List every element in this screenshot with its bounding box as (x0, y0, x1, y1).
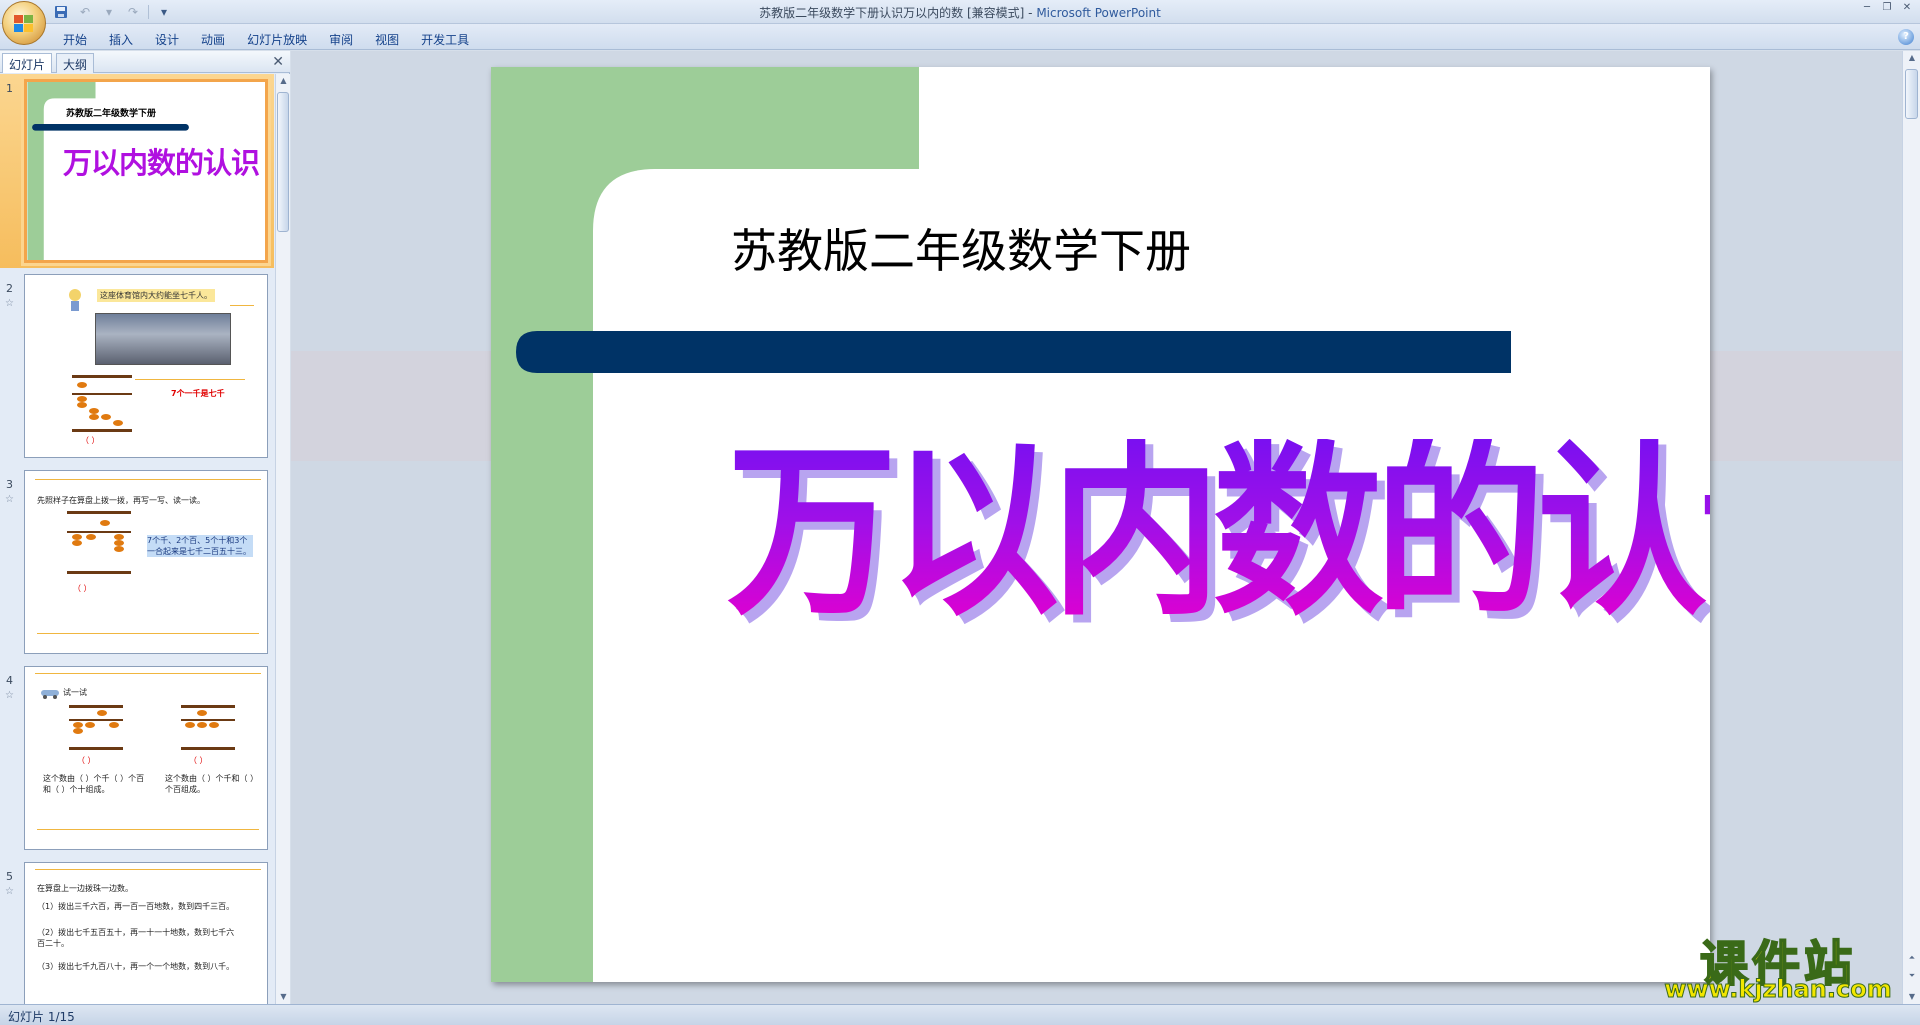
next-slide-icon[interactable]: ⏷ (1903, 969, 1920, 983)
thumbnail-number: 3 (6, 478, 13, 491)
car-icon (39, 687, 61, 699)
restore-icon[interactable]: ❐ (1878, 2, 1896, 16)
close-icon[interactable]: ✕ (1898, 2, 1916, 16)
thumbnail-1-title: 万以内数的认识 (63, 146, 260, 180)
office-button[interactable] (2, 1, 46, 45)
tab-developer[interactable]: 开发工具 (410, 29, 480, 50)
office-logo-icon (14, 15, 33, 32)
pane-close-icon[interactable]: ✕ (272, 54, 284, 70)
abacus-image (72, 375, 132, 433)
tab-animations[interactable]: 动画 (190, 29, 236, 50)
tab-review[interactable]: 审阅 (318, 29, 364, 50)
status-bar: 幻灯片 1/15 (0, 1004, 1920, 1025)
scroll-up-arrow-icon[interactable]: ▲ (276, 74, 291, 88)
cartoon-icon (65, 287, 85, 313)
thumbnail-slide-4[interactable]: 试一试 （ ） （ ） 这个数由（ ）个千（ ）个百和（ ）个十组成。 这个数由… (24, 666, 268, 850)
slide-title[interactable]: 万以内数的认识 (727, 439, 1710, 626)
tab-home[interactable]: 开始 (52, 29, 98, 50)
divider-line (135, 379, 245, 380)
animation-star-icon: ☆ (5, 886, 14, 897)
thumbnail-number: 4 (6, 674, 13, 687)
scroll-down-arrow-icon[interactable]: ▼ (1903, 990, 1920, 1004)
thumbnail-number: 2 (6, 282, 13, 295)
thumbnail-3-paren: （ ） (73, 584, 92, 593)
abacus-image (67, 511, 131, 575)
divider-line (37, 633, 259, 634)
thumbnail-2-paren: （ ） (81, 436, 100, 445)
app-name: Microsoft PowerPoint (1036, 6, 1161, 20)
thumbnail-list: 1 苏教版二年级数学下册 万以内数的认识 2 ☆ 这座体育馆内大约能坐七千人。 … (0, 74, 274, 1004)
divider-line (35, 869, 261, 870)
thumbnail-4-paren-left: （ ） (77, 756, 96, 765)
thumbnail-2-caption: 这座体育馆内大约能坐七千人。 (97, 289, 215, 302)
tab-insert[interactable]: 插入 (98, 29, 144, 50)
slide-subtitle[interactable]: 苏教版二年级数学下册 (731, 215, 1191, 281)
ribbon-tabs: 开始 插入 设计 动画 幻灯片放映 审阅 视图 开发工具 (52, 29, 480, 50)
thumbnail-5-item-3: （3）拨出七千九百八十，再一个一个地数，数到八千。 (37, 962, 235, 971)
divider-line (35, 479, 261, 480)
current-slide[interactable]: 苏教版二年级数学下册 万以内数的认识 万以内数的认识 (491, 67, 1710, 982)
thumbnail-3-note: 7个千、2个百、5个十和3个一合起来是七千二百五十三。 (147, 535, 253, 557)
title-separator: - (1024, 6, 1037, 20)
thumbnail-4-paren-right: （ ） (189, 756, 208, 765)
thumbnail-slide-1[interactable]: 苏教版二年级数学下册 万以内数的认识 (24, 79, 268, 263)
thumbnail-slide-5[interactable]: 在算盘上一边拨珠一边数。 （1）拨出三千六百，再一百一百地数，数到四千三百。 （… (24, 862, 268, 1004)
navy-bar-shape (516, 331, 1511, 373)
thumbnail-4-left-text: 这个数由（ ）个千（ ）个百和（ ）个十组成。 (43, 774, 145, 794)
thumbnail-slide-2[interactable]: 这座体育馆内大约能坐七千人。 7个一千是七千 （ ） (24, 274, 268, 458)
window-title: 苏教版二年级数学下册认识万以内的数 [兼容模式] - Microsoft Pow… (0, 4, 1920, 21)
abacus-left-image (69, 705, 123, 751)
animation-star-icon: ☆ (5, 298, 14, 309)
thumbnail-2-label: 7个一千是七千 (171, 389, 225, 398)
scroll-down-arrow-icon[interactable]: ▼ (276, 990, 291, 1004)
thumbnail-5-heading: 在算盘上一边拨珠一边数。 (37, 884, 133, 893)
animation-star-icon: ☆ (5, 494, 14, 505)
tab-slides[interactable]: 幻灯片 (2, 53, 53, 73)
tab-outline[interactable]: 大纲 (56, 53, 95, 73)
slide-scrollbar[interactable]: ▲ ⏶ ⏷ ▼ (1902, 51, 1920, 1004)
tab-design[interactable]: 设计 (144, 29, 190, 50)
window-controls: ─ ❐ ✕ (1858, 2, 1916, 16)
thumbnail-number: 1 (6, 82, 13, 95)
divider-line (230, 305, 254, 306)
divider-line (37, 829, 259, 830)
scrollbar-thumb[interactable] (1905, 69, 1918, 119)
thumbnail-number: 5 (6, 870, 13, 883)
tab-slide-show[interactable]: 幻灯片放映 (236, 29, 318, 50)
minimize-icon[interactable]: ─ (1858, 2, 1876, 16)
thumbnail-slide-3[interactable]: 先照样子在算盘上拨一拨，再写一写、读一读。 7个千、2个百、5个十和3个一合起来… (24, 470, 268, 654)
thumbnail-5-item-2: （2）拨出七千五百五十，再一十一十地数，数到七千六百二十。 (37, 928, 235, 948)
title-bar: ↶ ▾ ↷ ▾ 苏教版二年级数学下册认识万以内的数 [兼容模式] - Micro… (0, 0, 1920, 24)
thumbnail-3-instruction: 先照样子在算盘上拨一拨，再写一写、读一读。 (37, 496, 205, 505)
scrollbar-thumb[interactable] (277, 92, 289, 232)
pane-tabs: 幻灯片 大纲 ✕ (0, 51, 290, 73)
animation-star-icon: ☆ (5, 690, 14, 701)
abacus-right-image (181, 705, 235, 751)
slide-counter: 幻灯片 1/15 (8, 1010, 75, 1024)
thumbnail-4-heading: 试一试 (63, 688, 87, 697)
document-title: 苏教版二年级数学下册认识万以内的数 [兼容模式] (759, 6, 1025, 20)
ribbon: 开始 插入 设计 动画 幻灯片放映 审阅 视图 开发工具 ? (0, 24, 1920, 50)
tab-view[interactable]: 视图 (364, 29, 410, 50)
thumbnail-1-subtitle: 苏教版二年级数学下册 (66, 109, 157, 119)
slide-editing-area: 苏教版二年级数学下册 万以内数的认识 万以内数的认识 (291, 51, 1902, 1004)
help-icon[interactable]: ? (1898, 29, 1914, 45)
previous-slide-icon[interactable]: ⏶ (1903, 951, 1920, 965)
thumbnail-4-right-text: 这个数由（ ）个千和（ ）个百组成。 (165, 774, 255, 794)
thumbnail-scrollbar[interactable]: ▲ ▼ (275, 74, 290, 1004)
divider-line (35, 673, 261, 674)
stadium-photo (95, 313, 231, 365)
scroll-up-arrow-icon[interactable]: ▲ (1903, 51, 1920, 65)
thumbnail-5-item-1: （1）拨出三千六百，再一百一百地数，数到四千三百。 (37, 902, 235, 911)
slides-pane: 幻灯片 大纲 ✕ 1 苏教版二年级数学下册 万以内数的认识 2 ☆ 这座体育馆内… (0, 51, 290, 1004)
